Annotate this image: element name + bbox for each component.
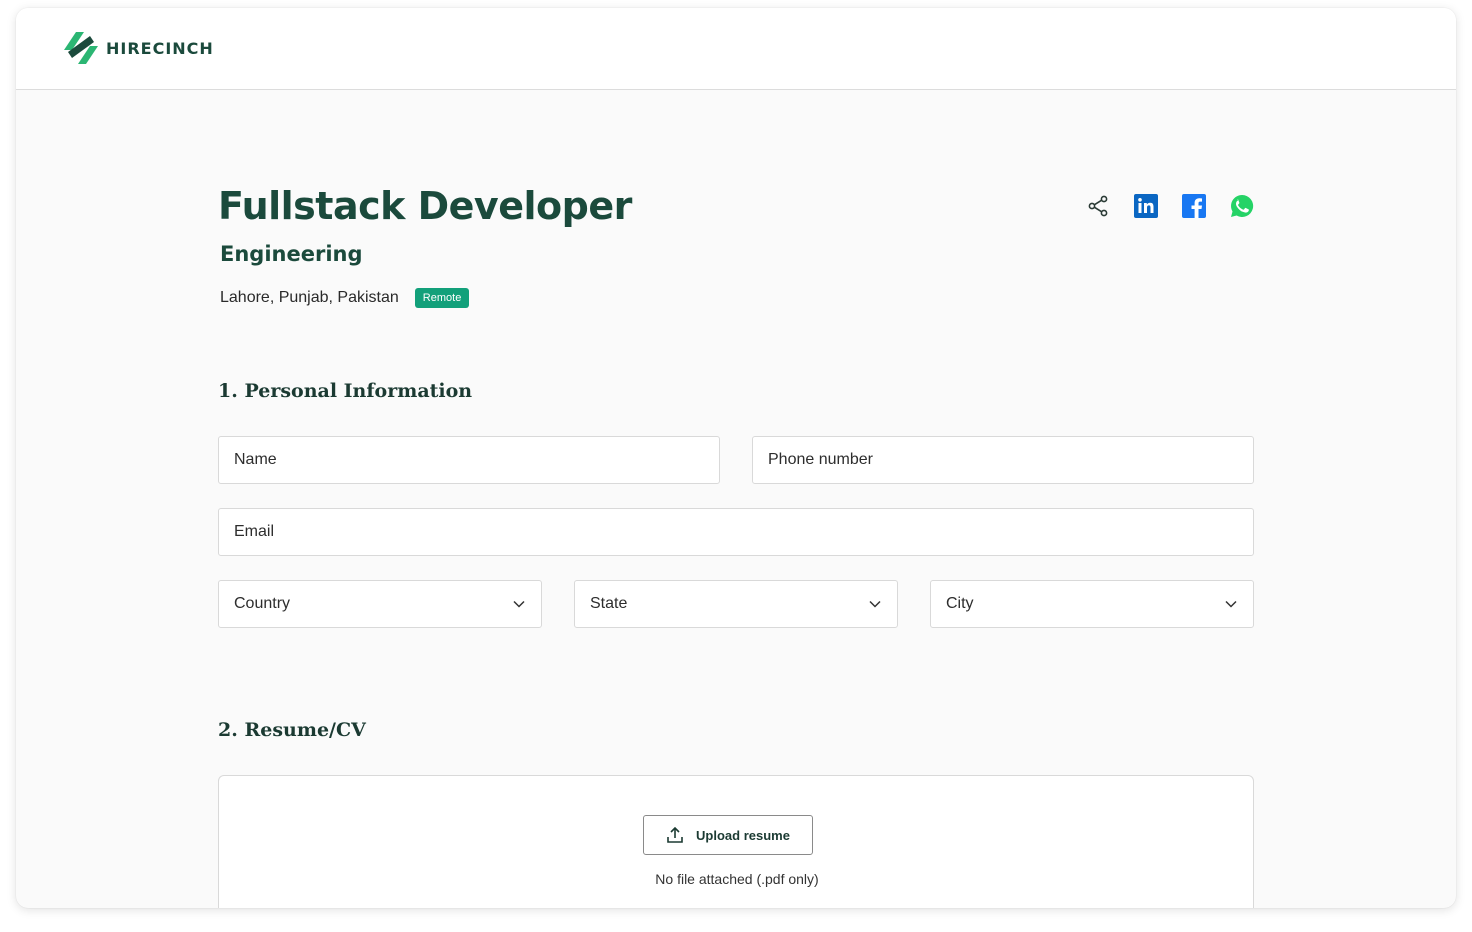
chevron-down-icon [513, 600, 525, 608]
chevron-down-icon [869, 600, 881, 608]
phone-field[interactable] [752, 436, 1254, 484]
city-select[interactable]: City [930, 580, 1254, 628]
upload-resume-label: Upload resume [696, 827, 790, 843]
chevron-down-icon [1225, 600, 1237, 608]
file-status-note: No file attached (.pdf only) [655, 871, 819, 887]
facebook-icon[interactable] [1182, 194, 1206, 218]
upload-icon [667, 826, 683, 843]
hirecinch-logo-icon [64, 32, 98, 64]
email-field[interactable] [218, 508, 1254, 556]
country-select[interactable]: Country [218, 580, 542, 628]
state-select[interactable]: State [574, 580, 898, 628]
section-title-resume: 2. Resume/CV [218, 719, 366, 741]
name-input[interactable] [234, 451, 704, 469]
share-links [1086, 192, 1254, 220]
top-bar: HIRECINCH [16, 8, 1456, 90]
email-input[interactable] [234, 523, 1238, 541]
upload-resume-button[interactable]: Upload resume [643, 815, 813, 855]
remote-badge: Remote [414, 288, 470, 308]
state-select-label: State [590, 595, 628, 612]
linkedin-icon[interactable] [1134, 194, 1158, 218]
brand-logo[interactable]: HIRECINCH [62, 30, 214, 66]
job-location: Lahore, Punjab, Pakistan [220, 289, 399, 306]
resume-upload-area: Upload resume No file attached (.pdf onl… [218, 775, 1254, 908]
country-select-label: Country [234, 595, 291, 612]
application-window: HIRECINCH Fullstack Developer Engineerin… [16, 8, 1456, 908]
name-field[interactable] [218, 436, 720, 484]
job-title: Fullstack Developer [218, 184, 632, 228]
city-select-label: City [946, 595, 974, 612]
section-title-personal-info: 1. Personal Information [218, 380, 473, 402]
job-department: Engineering [220, 242, 363, 266]
whatsapp-icon[interactable] [1230, 194, 1254, 218]
phone-input[interactable] [768, 451, 1238, 469]
job-meta: Lahore, Punjab, Pakistan Remote [220, 286, 470, 310]
brand-name: HIRECINCH [106, 38, 214, 58]
share-icon[interactable] [1086, 194, 1110, 218]
